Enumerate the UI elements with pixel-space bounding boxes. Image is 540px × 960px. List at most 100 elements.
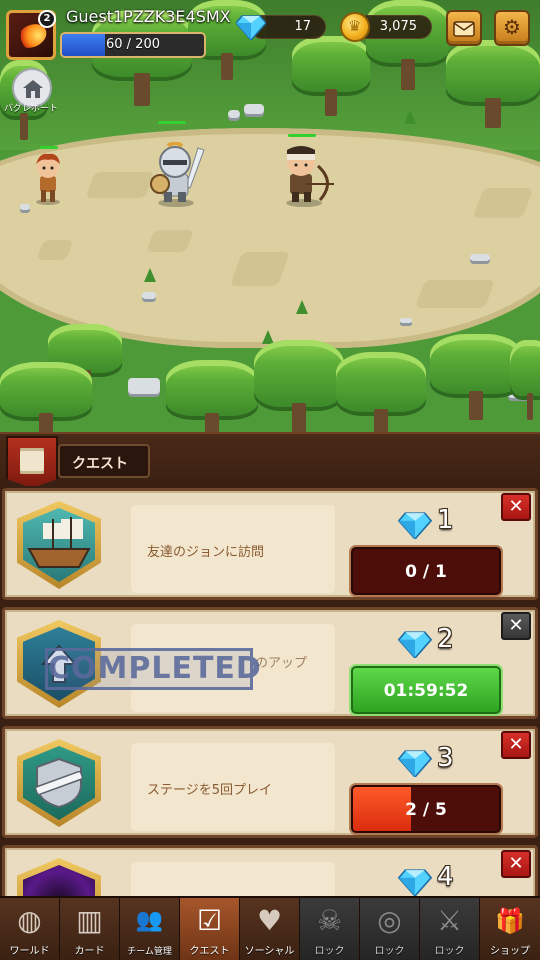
battle-clearing [0,128,540,348]
quest-title: クエスト [72,456,128,472]
knight-unit[interactable] [148,142,210,208]
gem-icon [236,15,266,40]
exp-bar: 60 / 200 [60,32,206,58]
rock [142,292,156,299]
quest-reward: 4 [397,862,487,896]
gem-icon [397,631,433,658]
gem-icon [397,750,433,777]
quest-reward-amount: 2 [437,624,454,654]
coin-icon [340,12,370,42]
rock [400,318,412,323]
archer-unit[interactable] [276,142,338,208]
tree [510,340,540,420]
skull-icon: ☠ [316,904,343,937]
quest-progress-label: 0 / 1 [405,562,447,582]
quest-card: 友達のジョンに訪問 1 0 / 1 ✕ [2,488,538,600]
quest-card: のアップ COMPLETED 2 01:59:52 ✕ [2,607,538,719]
target-icon: ◎ [377,904,402,937]
quest-icon [13,737,105,829]
quest-progress[interactable]: 0 / 1 [351,547,501,595]
tree [292,36,370,116]
tab-social[interactable]: ♥ ソーシャル [240,898,300,960]
quest-icon [13,499,105,591]
quest-card: 4 ✕ [2,845,538,896]
quest-description-box: ステージを5回プレイ [131,743,335,831]
settings-button[interactable]: ⚙ [494,10,530,46]
tree [0,362,92,432]
book-icon: ▥ [76,904,103,937]
quest-list[interactable]: 友達のジョンに訪問 1 0 / 1 ✕ のアップ COMPLETED 2 01:… [0,486,540,896]
tab-locked-3[interactable]: ⚔ ロック [420,898,480,960]
close-icon: ✕ [508,853,524,874]
close-icon: ✕ [508,496,524,517]
tab-label: カード [74,946,105,957]
crossed-swords-icon: ⚔ [436,904,463,937]
quest-timer-label: 01:59:52 [383,681,469,701]
quest-reward-amount: 3 [437,743,454,773]
tree [366,0,450,90]
rock [128,378,160,394]
quest-progress-label: 2 / 5 [405,800,447,820]
tree [446,40,540,128]
quest-reward: 3 [397,743,487,777]
dismiss-quest-button[interactable]: ✕ [501,612,531,640]
close-icon: ✕ [508,615,524,636]
mail-button[interactable] [446,10,482,46]
barbarian-unit[interactable] [28,150,68,206]
tab-label: チーム管理 [127,947,172,957]
dismiss-quest-button[interactable]: ✕ [501,850,531,878]
house-icon [23,80,43,98]
tab-cards[interactable]: ▥ カード [60,898,120,960]
tab-label: ロック [374,946,405,957]
quest-icon [13,856,105,896]
gear-icon: ⚙ [503,15,521,39]
coin-count: 3,075 [379,19,417,34]
tab-quest[interactable]: ☑ クエスト [180,898,240,960]
quest-header: クエスト [0,432,540,488]
quest-progress[interactable]: 2 / 5 [351,785,501,833]
tab-world[interactable]: ◍ ワールド [0,898,60,960]
quest-reward-amount: 1 [437,505,454,535]
quest-description-box [131,862,335,896]
gift-icon: 🎁 [495,907,525,935]
hp-bar [158,121,186,124]
tab-label: クエスト [189,946,230,957]
tree [166,360,258,432]
rock [228,110,240,118]
gem-count: 17 [294,19,311,34]
quest-title-box: クエスト [58,444,150,478]
quest-reward: 2 [397,624,487,658]
tree [430,334,522,420]
dismiss-quest-button[interactable]: ✕ [501,493,531,521]
rock [470,254,490,261]
heart-icon: ♥ [256,904,283,937]
tree [336,352,426,432]
tab-shop[interactable]: 🎁 ショップ [480,898,540,960]
tab-locked-1[interactable]: ☠ ロック [300,898,360,960]
tab-label: ロック [434,946,465,957]
tree [254,340,344,432]
player-level-badge: 2 [38,10,56,28]
tab-locked-2[interactable]: ◎ ロック [360,898,420,960]
tab-label: ソーシャル [244,946,295,957]
gem-icon [397,512,433,539]
quest-description: のアップ [255,656,308,671]
completed-stamp: COMPLETED [45,648,261,690]
gem-icon [397,869,433,896]
exp-text: 60 / 200 [106,37,160,52]
tab-label: ワールド [9,946,50,957]
team-icon: 👥 [135,908,164,933]
tab-label: ロック [314,946,345,957]
quest-claim-timer-button[interactable]: 01:59:52 [351,666,501,714]
tab-team[interactable]: 👥 チーム管理 [120,898,180,960]
quest-card: ステージを5回プレイ 3 2 / 5 ✕ [2,726,538,838]
globe-icon: ◍ [17,904,42,937]
dismiss-quest-button[interactable]: ✕ [501,731,531,759]
shield-sword-icon [34,757,84,809]
hp-bar [40,146,58,149]
rock [244,104,264,114]
quest-reward: 1 [397,505,487,539]
bug-report-label: バグレポート [4,104,59,114]
hp-bar [288,134,316,137]
game-scene[interactable]: 2 Guest1PZZK3E4SMX 60 / 200 17 3,075 ⚙ バ… [0,0,540,432]
